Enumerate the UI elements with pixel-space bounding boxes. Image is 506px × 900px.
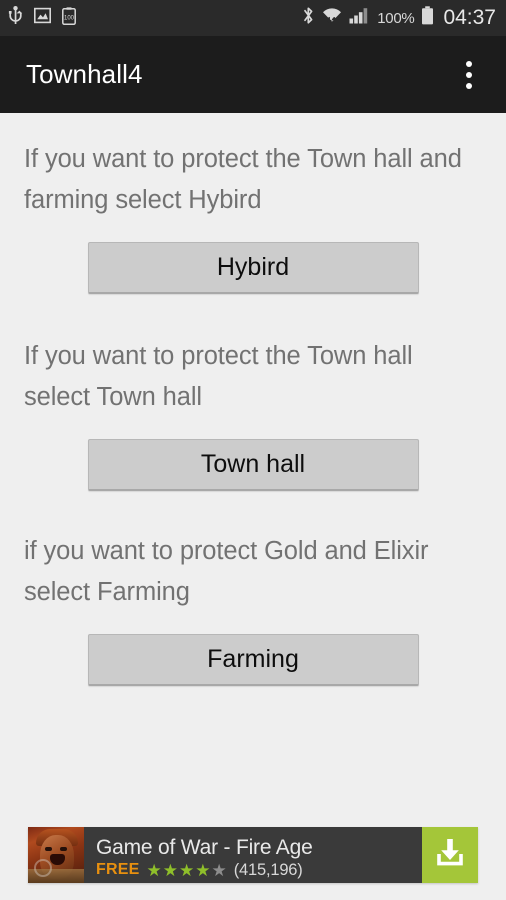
town-hall-button[interactable]: Town hall — [87, 439, 419, 491]
battery-full-icon — [421, 6, 434, 30]
svg-text:100: 100 — [64, 15, 75, 21]
ad-subtitle-row: FREE ★ ★ ★ ★ ★ (415,196) — [96, 861, 422, 880]
status-bar: 100 100% 04:37 — [0, 0, 506, 36]
game-of-war-app-icon — [28, 827, 84, 883]
overflow-dot — [466, 71, 472, 78]
usb-icon — [8, 6, 23, 30]
overflow-dot — [466, 82, 472, 89]
ad-title: Game of War - Fire Age — [96, 835, 313, 859]
hybird-button[interactable]: Hybird — [87, 242, 419, 294]
status-bar-left-icons: 100 — [8, 6, 76, 30]
status-bar-right-icons: 100% 04:37 — [302, 6, 496, 30]
star-filled-icon: ★ — [195, 860, 211, 880]
ad-icon-eye-right — [60, 847, 67, 851]
main-content: If you want to protect the Town hall and… — [0, 113, 506, 900]
section-farming-button-wrap: Farming — [0, 613, 506, 686]
ad-banner[interactable]: Game of War - Fire Age FREE ★ ★ ★ ★ ★ (4… — [28, 827, 478, 883]
overflow-dot — [466, 60, 472, 67]
star-filled-icon: ★ — [178, 860, 195, 880]
farming-button[interactable]: Farming — [87, 634, 419, 686]
status-bar-clock: 04:37 — [443, 6, 496, 29]
ad-body: Game of War - Fire Age FREE ★ ★ ★ ★ ★ (4… — [84, 827, 422, 883]
ad-price-label: FREE — [96, 861, 140, 878]
battery-percent-label: 100% — [377, 9, 415, 27]
page-title: Townhall4 — [26, 59, 143, 89]
section-hybird: If you want to protect the Town hall and… — [0, 139, 506, 294]
screenshot-image-icon — [34, 7, 51, 29]
bluetooth-icon — [302, 6, 315, 30]
overflow-menu-icon[interactable] — [454, 51, 484, 99]
ad-rating-stars: ★ ★ ★ ★ ★ — [146, 862, 226, 879]
section-farming-description: if you want to protect Gold and Elixir s… — [24, 537, 429, 606]
section-town-hall-description: If you want to protect the Town hall sel… — [24, 342, 413, 411]
ad-icon-ring — [34, 859, 52, 877]
battery-100-clipboard-icon: 100 — [62, 6, 76, 30]
section-farming: if you want to protect Gold and Elixir s… — [0, 531, 506, 686]
wifi-icon — [322, 7, 342, 30]
section-hybird-description: If you want to protect the Town hall and… — [24, 145, 462, 214]
section-hybird-button-wrap: Hybird — [0, 221, 506, 294]
star-filled-icon: ★ — [162, 860, 178, 880]
star-filled-icon: ★ — [146, 860, 162, 880]
app-bar: Townhall4 — [0, 36, 506, 113]
section-town-hall: If you want to protect the Town hall sel… — [0, 336, 506, 491]
ad-rating-count: (415,196) — [233, 860, 303, 879]
download-icon — [433, 837, 467, 874]
ad-icon-eye-left — [45, 847, 52, 851]
ad-download-button[interactable] — [422, 827, 478, 883]
star-empty-icon: ★ — [211, 860, 227, 880]
cellular-signal-icon — [349, 7, 370, 29]
section-town-hall-button-wrap: Town hall — [0, 418, 506, 491]
